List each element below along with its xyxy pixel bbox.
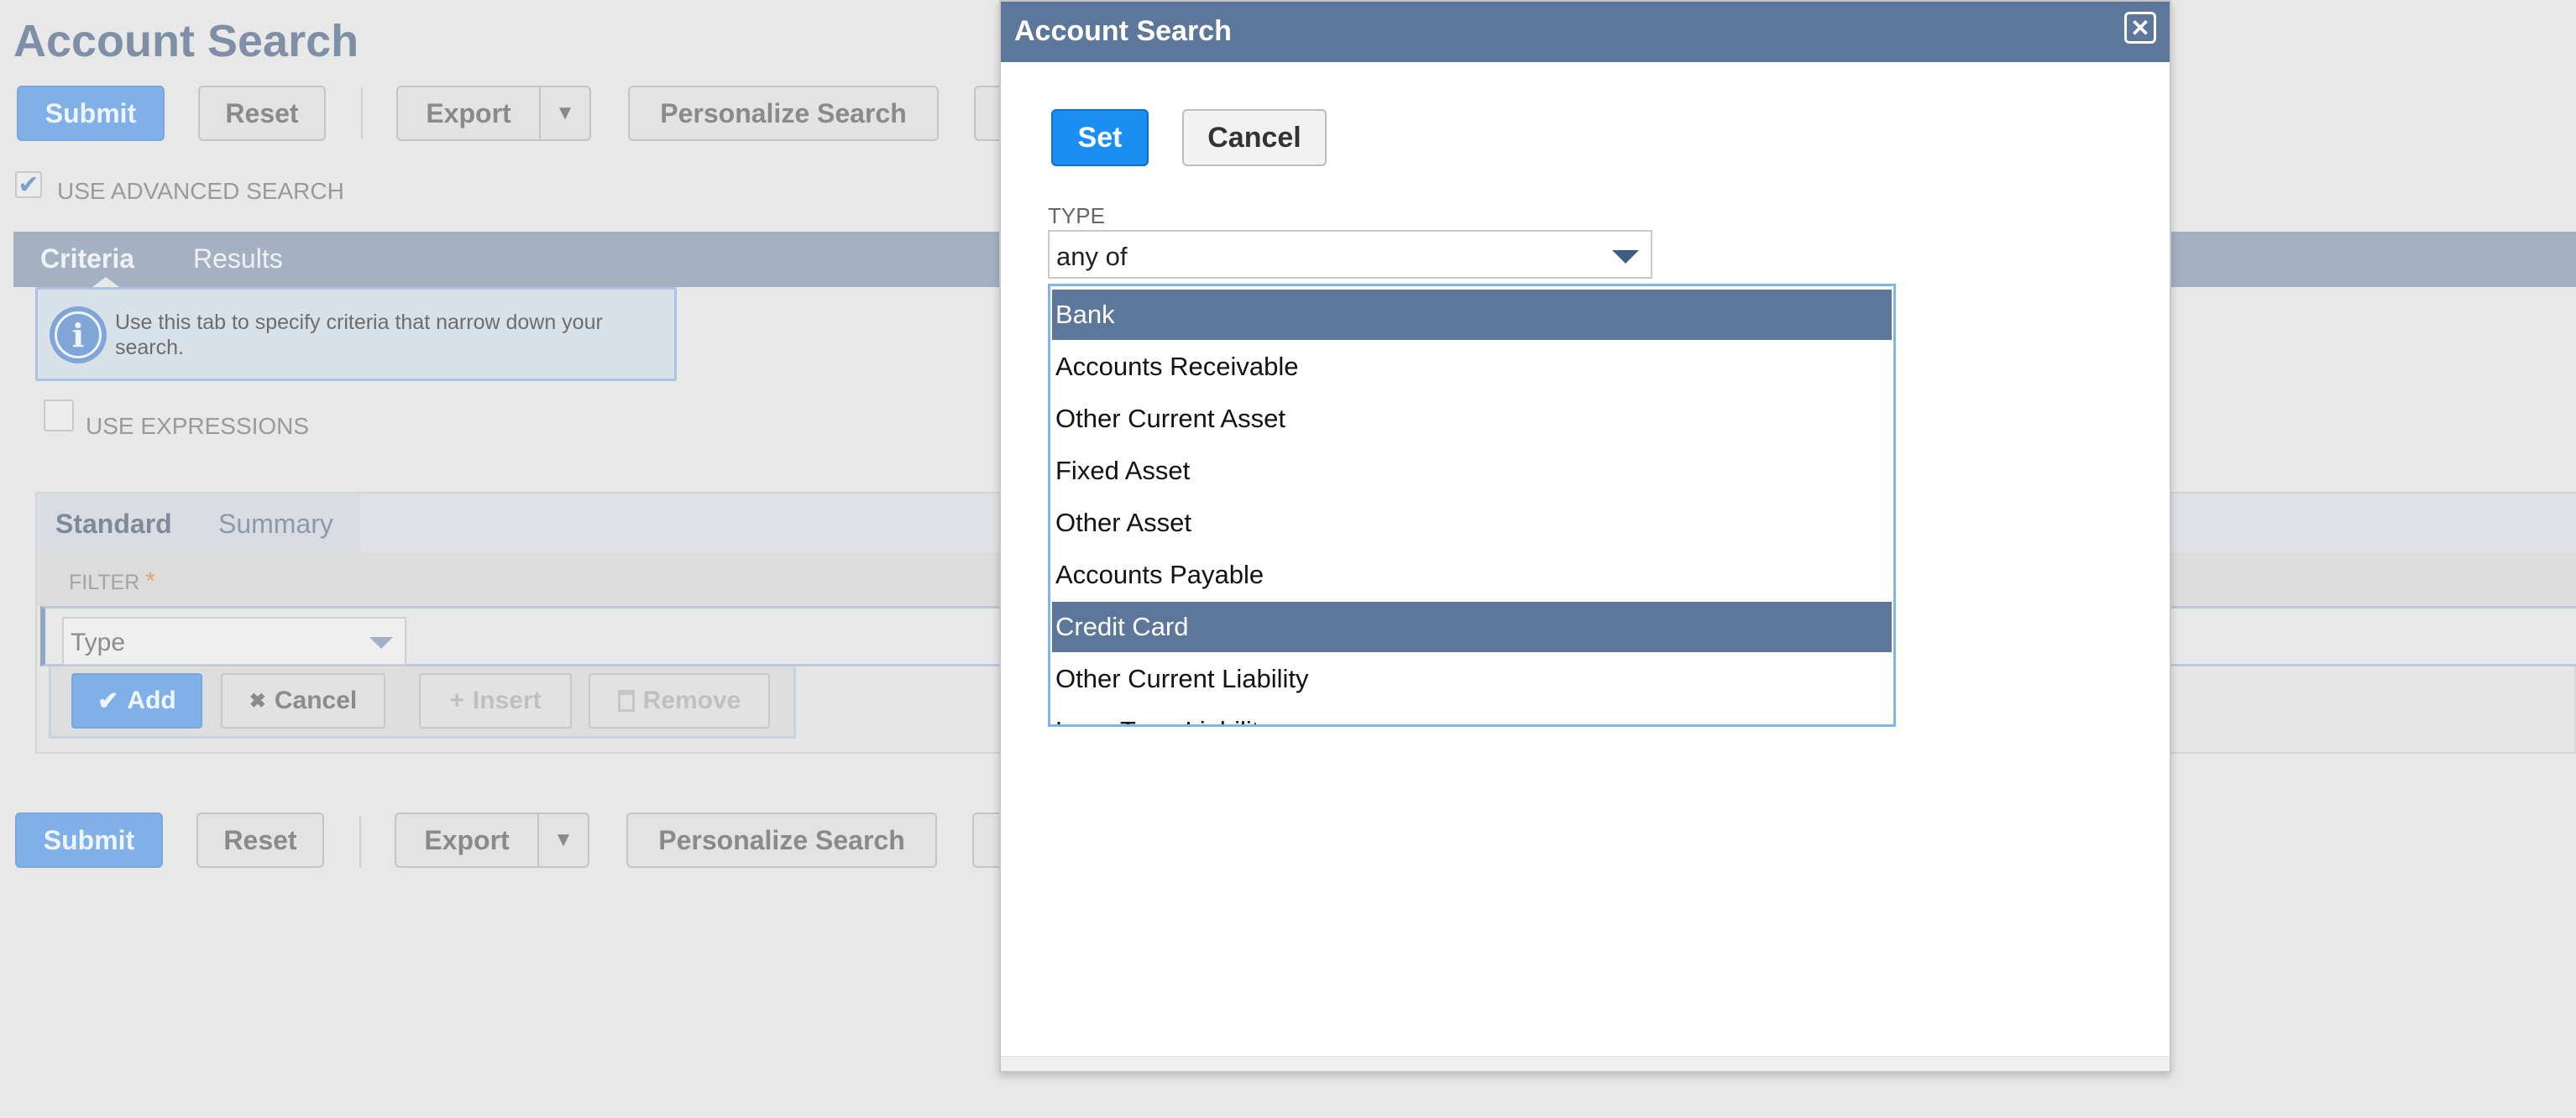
export-menu-icon[interactable]: ▼ xyxy=(539,86,591,141)
tab-criteria[interactable]: Criteria xyxy=(40,243,134,274)
operator-value: any of xyxy=(1056,242,1128,271)
use-advanced-search-checkbox[interactable]: ✔ xyxy=(15,171,42,198)
operator-select[interactable]: any of xyxy=(1048,230,1652,279)
export-button[interactable]: Export xyxy=(396,86,541,141)
plus-icon: + xyxy=(449,687,464,714)
list-option[interactable]: Credit Card xyxy=(1052,602,1892,652)
use-expressions-checkbox[interactable] xyxy=(44,400,74,431)
personalize-search-button[interactable]: Personalize Search xyxy=(628,86,939,141)
list-option[interactable]: Accounts Receivable xyxy=(1052,342,1892,392)
filter-action-bar: ✔ Add ✖ Cancel + Insert Remove xyxy=(49,666,796,739)
modal-footer xyxy=(1001,1056,2170,1071)
cancel-button[interactable]: Cancel xyxy=(1182,109,1327,166)
personalize-search-button-bottom[interactable]: Personalize Search xyxy=(626,812,937,868)
chevron-down-icon xyxy=(1612,250,1639,264)
list-option[interactable]: Other Current Liability xyxy=(1052,654,1892,704)
account-search-modal: Account Search ✕ Set Cancel TYPE any of … xyxy=(999,0,2171,1073)
list-option[interactable]: Fixed Asset xyxy=(1052,446,1892,496)
check-icon: ✔ xyxy=(97,687,119,715)
list-option[interactable]: Long Term Liability xyxy=(1052,706,1892,724)
divider xyxy=(359,816,361,868)
criteria-info-box: i Use this tab to specify criteria that … xyxy=(35,287,677,381)
tab-standard[interactable]: Standard xyxy=(55,509,172,540)
remove-button[interactable]: Remove xyxy=(589,673,770,729)
tab-results[interactable]: Results xyxy=(193,243,283,274)
modal-header: Account Search ✕ xyxy=(1001,2,2170,62)
list-option[interactable]: Accounts Payable xyxy=(1052,550,1892,600)
reset-button-bottom[interactable]: Reset xyxy=(196,812,324,868)
close-icon[interactable]: ✕ xyxy=(2124,12,2156,44)
tab-summary[interactable]: Summary xyxy=(218,509,333,540)
chevron-down-icon xyxy=(369,637,393,649)
insert-button[interactable]: + Insert xyxy=(419,673,572,729)
modal-title: Account Search xyxy=(1014,15,1232,47)
sub-tab-bar: Standard Summary xyxy=(37,494,361,552)
list-option[interactable]: Other Asset xyxy=(1052,498,1892,548)
list-option[interactable]: Other Current Asset xyxy=(1052,394,1892,444)
x-icon: ✖ xyxy=(249,689,266,713)
info-icon: i xyxy=(50,306,107,363)
export-menu-icon-bottom[interactable]: ▼ xyxy=(537,812,589,868)
filter-type-select[interactable]: Type xyxy=(62,617,406,666)
add-button[interactable]: ✔ Add xyxy=(71,673,202,729)
check-icon: ✔ xyxy=(18,171,39,199)
submit-button[interactable]: Submit xyxy=(17,86,165,141)
cancel-filter-button[interactable]: ✖ Cancel xyxy=(221,673,385,729)
active-tab-pointer xyxy=(92,277,119,287)
use-advanced-search-label: USE ADVANCED SEARCH xyxy=(57,178,344,204)
use-expressions-label: USE EXPRESSIONS xyxy=(86,413,310,439)
filter-label: FILTER xyxy=(69,571,140,594)
reset-button[interactable]: Reset xyxy=(198,86,326,141)
required-marker: * xyxy=(145,567,155,595)
divider xyxy=(361,87,363,139)
export-button-bottom[interactable]: Export xyxy=(395,812,539,868)
submit-button-bottom[interactable]: Submit xyxy=(15,812,163,868)
set-button[interactable]: Set xyxy=(1051,109,1149,166)
page-title: Account Search xyxy=(13,16,359,66)
list-option[interactable]: Bank xyxy=(1052,290,1892,340)
info-text: Use this tab to specify criteria that na… xyxy=(115,311,603,359)
trash-icon xyxy=(617,690,635,712)
type-field-label: TYPE xyxy=(1048,203,1105,228)
filter-type-value: Type xyxy=(71,629,126,656)
type-multiselect-list[interactable]: Bank Accounts Receivable Other Current Ass… xyxy=(1048,284,1896,727)
